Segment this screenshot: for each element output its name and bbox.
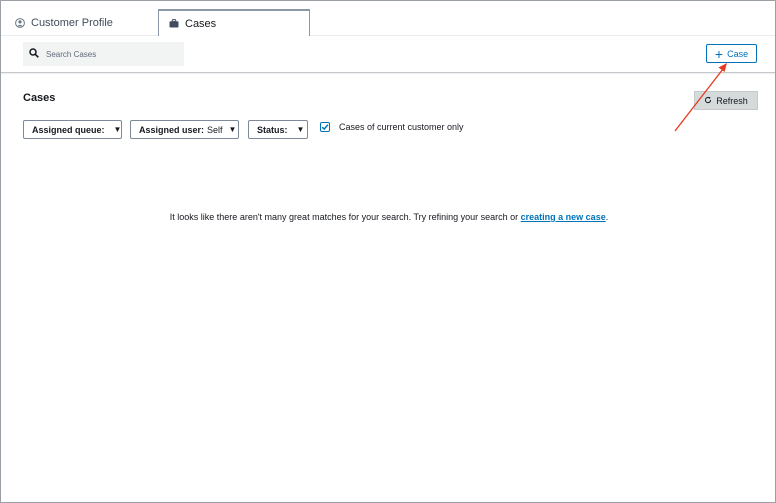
new-case-label: Case bbox=[727, 48, 749, 59]
status-filter[interactable]: Status: ▼ bbox=[248, 120, 308, 139]
section-title: Cases bbox=[23, 92, 56, 104]
assigned-queue-filter[interactable]: Assigned queue: ▼ bbox=[23, 120, 122, 139]
current-customer-option: Cases of current customer only bbox=[320, 122, 464, 132]
caret-down-icon: ▼ bbox=[113, 125, 122, 134]
caret-down-icon: ▼ bbox=[296, 125, 305, 134]
checkmark-icon bbox=[321, 124, 329, 131]
tab-bar: Customer Profile Cases bbox=[1, 1, 775, 36]
filter-label: Status: bbox=[257, 124, 288, 135]
refresh-label: Refresh bbox=[716, 95, 748, 106]
assigned-user-filter[interactable]: Assigned user: Self ▼ bbox=[130, 120, 239, 139]
tab-cases[interactable]: Cases bbox=[158, 9, 310, 36]
tab-label: Customer Profile bbox=[31, 16, 113, 29]
filter-value: Self bbox=[207, 124, 223, 135]
new-case-button[interactable]: + Case bbox=[706, 44, 757, 63]
current-customer-label: Cases of current customer only bbox=[339, 122, 464, 132]
empty-state-message: It looks like there aren't many great ma… bbox=[1, 212, 776, 222]
app-window: Customer Profile Cases + Case Cases Refr… bbox=[0, 0, 776, 503]
empty-state-suffix: . bbox=[605, 212, 609, 222]
caret-down-icon: ▼ bbox=[228, 125, 237, 134]
current-customer-checkbox[interactable] bbox=[320, 122, 330, 132]
search-input[interactable] bbox=[44, 48, 178, 60]
filter-label: Assigned queue: bbox=[32, 124, 105, 135]
plus-icon: + bbox=[714, 45, 724, 62]
search-icon bbox=[29, 45, 39, 63]
refresh-icon bbox=[704, 96, 712, 106]
filter-label: Assigned user: bbox=[139, 124, 205, 135]
briefcase-icon bbox=[169, 19, 179, 28]
refresh-button[interactable]: Refresh bbox=[694, 91, 758, 110]
empty-state-text: It looks like there aren't many great ma… bbox=[169, 212, 521, 222]
tab-label: Cases bbox=[185, 17, 217, 30]
create-new-case-link[interactable]: creating a new case bbox=[521, 212, 606, 222]
search-toolbar: + Case bbox=[1, 36, 775, 73]
search-box[interactable] bbox=[23, 42, 184, 66]
user-circle-icon bbox=[15, 17, 25, 28]
tab-customer-profile[interactable]: Customer Profile bbox=[15, 9, 155, 36]
